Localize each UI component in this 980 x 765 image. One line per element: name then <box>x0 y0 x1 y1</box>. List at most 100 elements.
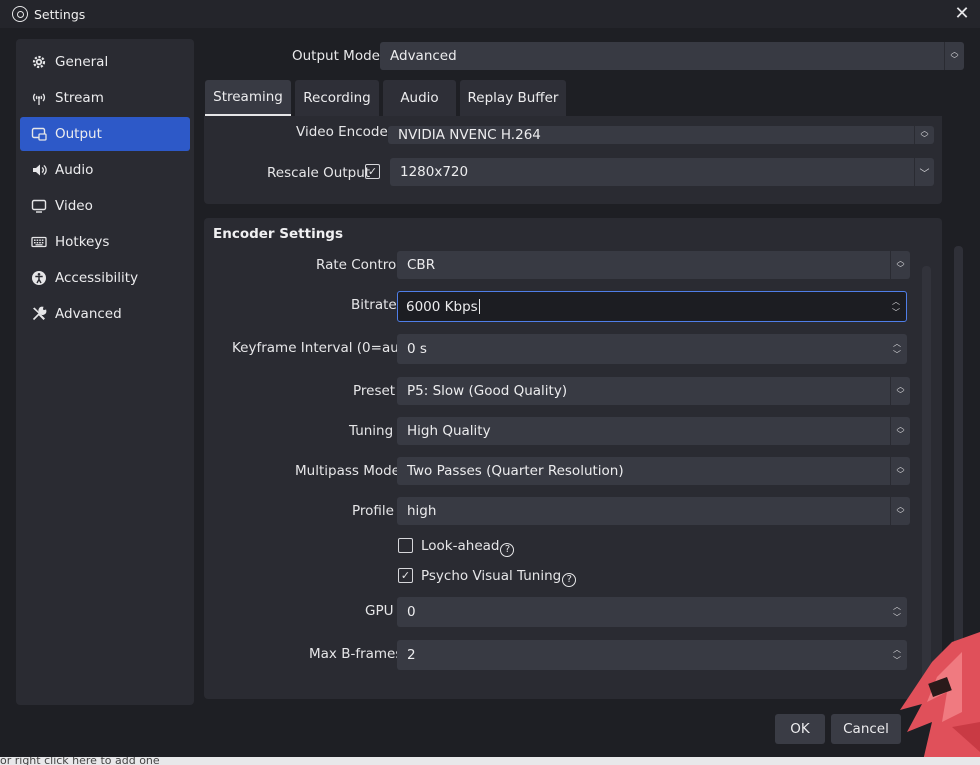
sidebar-item-label: General <box>55 54 109 70</box>
sidebar-item-general[interactable]: General <box>20 45 190 79</box>
outer-scrollbar[interactable] <box>954 246 963 686</box>
profile-value: high <box>407 503 437 519</box>
profile-label: Profile <box>352 503 394 519</box>
updown-arrows-icon: ︿ ﹀ <box>890 377 910 405</box>
updown-arrows-icon: ︿ ﹀ <box>890 497 910 525</box>
video-encoder-label: Video Encoder <box>296 124 394 140</box>
rescale-output-select[interactable]: 1280x720 ﹀ <box>390 158 934 186</box>
tab-recording[interactable]: Recording <box>295 80 379 116</box>
multipass-mode-label: Multipass Mode <box>295 463 400 479</box>
bitrate-value: 6000 Kbps <box>406 298 478 315</box>
tuning-value: High Quality <box>407 423 491 439</box>
obs-logo-icon <box>12 6 28 22</box>
keyboard-icon <box>30 233 48 251</box>
rescale-output-checkbox[interactable]: ✓ <box>365 164 380 179</box>
inner-scrollbar[interactable] <box>922 266 931 686</box>
video-encoder-value: NVIDIA NVENC H.264 <box>398 127 541 143</box>
output-icon <box>30 125 48 143</box>
gpu-label: GPU <box>365 603 394 619</box>
background-hint-text: or right click here to add one <box>0 757 980 765</box>
max-bframes-input[interactable]: 2 ︿ ﹀ <box>397 640 907 670</box>
monitor-icon <box>30 197 48 215</box>
anime-character-image <box>900 632 980 765</box>
video-encoder-select[interactable]: NVIDIA NVENC H.264 ︿ ﹀ <box>388 126 934 144</box>
look-ahead-checkbox[interactable] <box>398 538 413 553</box>
help-icon[interactable]: ? <box>500 542 515 557</box>
cancel-button[interactable]: Cancel <box>831 714 901 744</box>
accessibility-icon <box>30 269 48 287</box>
spin-arrows-icon[interactable]: ︿ ﹀ <box>893 334 901 364</box>
spin-arrows-icon[interactable]: ︿ ﹀ <box>893 597 901 627</box>
settings-window: Settings ✕ General Stream Output Audio V… <box>0 0 980 765</box>
keyframe-interval-label: Keyframe Interval (0=auto) <box>232 340 418 356</box>
gpu-input[interactable]: 0 ︿ ﹀ <box>397 597 907 627</box>
sidebar-item-label: Audio <box>55 162 94 178</box>
close-icon[interactable]: ✕ <box>952 3 972 24</box>
updown-arrows-icon: ︿ ﹀ <box>890 251 910 279</box>
rescale-output-value: 1280x720 <box>400 164 469 180</box>
help-icon[interactable]: ? <box>562 572 577 587</box>
look-ahead-option: Look-ahead? <box>421 538 515 557</box>
tuning-label: Tuning <box>349 423 394 439</box>
antenna-icon <box>30 89 48 107</box>
psycho-visual-tuning-checkbox[interactable]: ✓ <box>398 568 413 583</box>
sidebar-item-advanced[interactable]: Advanced <box>20 297 190 331</box>
sidebar-item-accessibility[interactable]: Accessibility <box>20 261 190 295</box>
output-mode-select[interactable]: Advanced ︿ ﹀ <box>380 42 964 70</box>
output-mode-value: Advanced <box>390 48 457 64</box>
bitrate-input[interactable]: 6000 Kbps ︿ ﹀ <box>397 291 907 322</box>
encoder-settings-title: Encoder Settings <box>213 226 344 242</box>
updown-arrows-icon: ︿ ﹀ <box>890 457 910 485</box>
max-bframes-label: Max B-frames <box>309 646 403 662</box>
hint-text: or right click here to add one <box>0 757 160 765</box>
rate-control-value: CBR <box>407 257 436 273</box>
sidebar-item-stream[interactable]: Stream <box>20 81 190 115</box>
profile-select[interactable]: high ︿ ﹀ <box>397 497 910 525</box>
sidebar-item-label: Hotkeys <box>55 234 110 250</box>
sidebar-item-label: Stream <box>55 90 104 106</box>
tab-replay-buffer[interactable]: Replay Buffer <box>460 80 566 116</box>
tab-audio[interactable]: Audio <box>383 80 456 116</box>
rescale-output-label: Rescale Output <box>267 165 371 181</box>
updown-arrows-icon: ︿ ﹀ <box>890 417 910 445</box>
psycho-visual-label: Psycho Visual Tuning <box>421 568 562 584</box>
output-mode-label: Output Mode <box>292 48 380 64</box>
psycho-visual-option: Psycho Visual Tuning? <box>421 568 577 587</box>
tuning-select[interactable]: High Quality ︿ ﹀ <box>397 417 910 445</box>
look-ahead-label: Look-ahead <box>421 538 500 554</box>
sidebar-item-label: Accessibility <box>55 270 139 286</box>
settings-sidebar: General Stream Output Audio Video Hotkey… <box>16 39 194 705</box>
sidebar-item-audio[interactable]: Audio <box>20 153 190 187</box>
sidebar-item-label: Output <box>55 126 102 142</box>
chevron-down-icon: ﹀ <box>914 158 934 186</box>
sidebar-item-label: Video <box>55 198 93 214</box>
text-cursor <box>478 299 480 314</box>
multipass-mode-value: Two Passes (Quarter Resolution) <box>407 463 624 479</box>
sidebar-item-video[interactable]: Video <box>20 189 190 223</box>
keyframe-interval-value: 0 s <box>407 341 427 357</box>
window-title: Settings <box>34 6 86 22</box>
bitrate-label: Bitrate <box>351 297 397 313</box>
title-bar: Settings ✕ <box>0 0 980 28</box>
preset-select[interactable]: P5: Slow (Good Quality) ︿ ﹀ <box>397 377 910 405</box>
updown-arrows-icon: ︿ ﹀ <box>944 42 964 70</box>
rate-control-label: Rate Control <box>316 257 401 273</box>
multipass-mode-select[interactable]: Two Passes (Quarter Resolution) ︿ ﹀ <box>397 457 910 485</box>
spin-arrows-icon[interactable]: ︿ ﹀ <box>892 292 900 321</box>
tools-icon <box>30 305 48 323</box>
gear-icon <box>30 53 48 71</box>
keyframe-interval-input[interactable]: 0 s ︿ ﹀ <box>397 334 907 364</box>
ok-button[interactable]: OK <box>775 714 825 744</box>
preset-label: Preset <box>353 383 396 399</box>
gpu-value: 0 <box>407 604 416 620</box>
sidebar-item-output[interactable]: Output <box>20 117 190 151</box>
rate-control-select[interactable]: CBR ︿ ﹀ <box>397 251 910 279</box>
sidebar-item-hotkeys[interactable]: Hotkeys <box>20 225 190 259</box>
sidebar-item-label: Advanced <box>55 306 122 322</box>
tab-streaming[interactable]: Streaming <box>205 80 291 116</box>
preset-value: P5: Slow (Good Quality) <box>407 383 568 399</box>
group-gap <box>204 204 942 218</box>
updown-arrows-icon: ︿ ﹀ <box>914 126 934 144</box>
max-bframes-value: 2 <box>407 647 416 663</box>
speaker-icon <box>30 161 48 179</box>
